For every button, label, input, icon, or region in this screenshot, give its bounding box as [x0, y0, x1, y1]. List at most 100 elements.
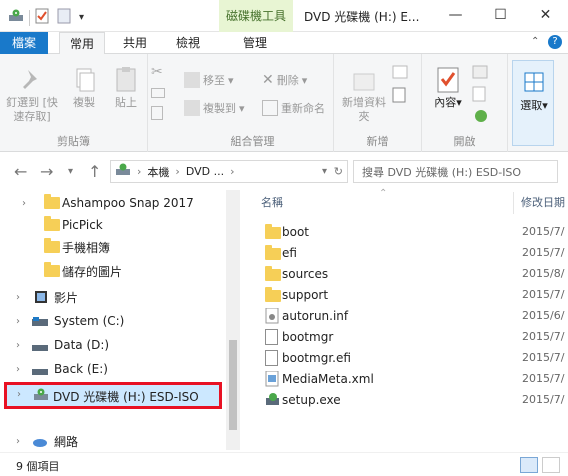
- breadcrumb-separator-icon: ›: [230, 165, 235, 178]
- folder-icon: [44, 262, 60, 277]
- move-to-button[interactable]: 移至 ▾: [184, 72, 234, 88]
- file-list: ⌃ 名稱 修改日期 boot 2015/7/ efi 2015/7/ sourc…: [241, 188, 568, 450]
- paste-icon: [113, 66, 139, 94]
- tree-item-dvd-h-selected[interactable]: › DVD 光碟機 (H:) ESD-ISO: [4, 382, 222, 409]
- search-input[interactable]: 搜尋 DVD 光碟機 (H:) ESD-ISO: [362, 164, 521, 180]
- tab-file[interactable]: 檔案: [0, 32, 48, 54]
- copy-to-icon: [184, 100, 200, 116]
- new-folder-icon: [351, 66, 377, 94]
- folder-icon: [265, 224, 281, 239]
- list-item[interactable]: efi 2015/7/: [241, 242, 568, 263]
- chevron-right-icon[interactable]: ›: [16, 292, 26, 303]
- list-item[interactable]: support 2015/7/: [241, 284, 568, 305]
- properties-button[interactable]: 內容▾: [430, 66, 466, 110]
- item-count: 9 個項目: [16, 460, 60, 473]
- organize-group: 移至 ▾ 複製到 ▾ ✕ 刪除 ▾ 重新命名 組合管理: [172, 54, 334, 152]
- tab-home[interactable]: 常用: [59, 32, 105, 55]
- collapse-ribbon-icon[interactable]: ⌃: [531, 36, 539, 47]
- scrollbar-thumb[interactable]: [229, 340, 237, 430]
- video-icon: [34, 290, 48, 307]
- chevron-right-icon[interactable]: ›: [16, 340, 26, 351]
- open-group-label: 開啟: [453, 135, 476, 148]
- back-arrow-icon[interactable]: ←: [14, 162, 27, 181]
- navigation-pane: › Ashampoo Snap 2017 PicPick 手機相簿 儲存的圖片 …: [16, 194, 194, 450]
- tab-view[interactable]: 檢視: [165, 32, 211, 54]
- settings-file-icon: [265, 307, 279, 327]
- search-box[interactable]: 搜尋 DVD 光碟機 (H:) ESD-ISO: [353, 160, 558, 183]
- drive-icon: [32, 316, 48, 330]
- breadcrumb-dvd[interactable]: DVD ...: [186, 165, 224, 178]
- rename-button[interactable]: 重新命名: [262, 100, 325, 116]
- forward-arrow-icon[interactable]: →: [40, 162, 53, 181]
- easy-access-icon[interactable]: [392, 86, 412, 107]
- chevron-right-icon[interactable]: ›: [22, 198, 32, 209]
- address-dropdown-icon[interactable]: ▾: [322, 166, 327, 177]
- help-icon[interactable]: ?: [548, 35, 562, 49]
- dvd-drive-icon: [8, 9, 24, 26]
- tab-share[interactable]: 共用: [112, 32, 158, 54]
- delete-icon: ✕: [262, 72, 274, 88]
- folder-icon: [44, 216, 60, 231]
- move-to-icon: [184, 72, 200, 88]
- up-arrow-icon[interactable]: ↑: [88, 162, 101, 181]
- list-item[interactable]: bootmgr.efi 2015/7/: [241, 347, 568, 368]
- folder-icon: [265, 266, 281, 281]
- maximize-button[interactable]: ☐: [478, 0, 523, 30]
- window-controls: — ☐ ✕: [433, 0, 568, 30]
- list-item[interactable]: MediaMeta.xml 2015/7/: [241, 368, 568, 389]
- list-item[interactable]: autorun.inf 2015/6/: [241, 305, 568, 326]
- new-group: 新增資料夾 新增: [334, 54, 422, 152]
- folder-icon: [44, 238, 60, 253]
- tab-manage[interactable]: 管理: [232, 32, 278, 54]
- navigation-pane-scrollbar[interactable]: [226, 190, 240, 450]
- minimize-button[interactable]: —: [433, 0, 478, 30]
- copy-path-icon[interactable]: [151, 88, 165, 98]
- address-bar[interactable]: › 本機 › DVD ... › ▾ ↻: [110, 160, 348, 183]
- close-button[interactable]: ✕: [523, 0, 568, 30]
- new-folder-button[interactable]: 新增資料夾: [340, 66, 388, 124]
- chevron-right-icon[interactable]: ›: [17, 389, 27, 400]
- customize-qa-dropdown-icon[interactable]: ▾: [79, 12, 84, 23]
- chevron-right-icon[interactable]: ›: [16, 316, 26, 327]
- properties-icon: [435, 66, 461, 94]
- breadcrumb-this-pc[interactable]: 本機: [147, 164, 169, 180]
- large-icons-view-icon[interactable]: [542, 457, 560, 473]
- properties-icon[interactable]: [35, 8, 49, 27]
- history-icon[interactable]: [472, 108, 490, 127]
- column-header-name[interactable]: 名稱: [261, 190, 283, 216]
- details-view-icon[interactable]: [520, 457, 538, 473]
- copy-button[interactable]: 複製: [66, 66, 102, 110]
- paste-shortcut-icon[interactable]: [151, 106, 163, 120]
- chevron-right-icon[interactable]: ›: [16, 364, 26, 375]
- pin-to-quick-access-button[interactable]: 釘選到 [快速存取]: [6, 66, 58, 124]
- drive-icon: [32, 341, 48, 355]
- column-header-date[interactable]: 修改日期: [521, 190, 565, 216]
- column-divider[interactable]: [513, 192, 514, 214]
- network-icon: [32, 436, 48, 450]
- dvd-drive-icon: [33, 388, 49, 405]
- navigation-bar: ← → ▾ ↑ › 本機 › DVD ... › ▾ ↻ 搜尋 DVD 光碟機 …: [0, 152, 568, 190]
- open-icon[interactable]: [472, 64, 490, 83]
- clipboard-group: 釘選到 [快速存取] 複製 貼上 剪貼簿: [0, 54, 148, 152]
- edit-icon[interactable]: [472, 86, 490, 105]
- recent-locations-chevron-icon[interactable]: ▾: [68, 166, 73, 177]
- folder-icon: [265, 287, 281, 302]
- paste-button[interactable]: 貼上: [108, 66, 144, 110]
- list-item[interactable]: sources 2015/8/: [241, 263, 568, 284]
- new-folder-icon[interactable]: [57, 8, 71, 27]
- list-item[interactable]: boot 2015/7/: [241, 221, 568, 242]
- list-item[interactable]: bootmgr 2015/7/: [241, 326, 568, 347]
- drive-tools-context-tab[interactable]: 磁碟機工具: [219, 0, 293, 32]
- delete-button[interactable]: ✕ 刪除 ▾: [262, 72, 307, 88]
- copy-to-button[interactable]: 複製到 ▾: [184, 100, 245, 116]
- refresh-icon[interactable]: ↻: [334, 165, 343, 178]
- select-button[interactable]: 選取▾: [512, 60, 554, 146]
- chevron-right-icon[interactable]: ›: [16, 436, 26, 447]
- copy-icon: [71, 66, 97, 94]
- cut-icon[interactable]: ✂: [151, 64, 163, 80]
- list-item[interactable]: setup.exe 2015/7/: [241, 389, 568, 410]
- new-item-icon[interactable]: [392, 64, 412, 85]
- organize-group-label: 組合管理: [230, 135, 275, 148]
- quick-access-toolbar: ▾: [8, 8, 84, 27]
- separator: [29, 9, 30, 26]
